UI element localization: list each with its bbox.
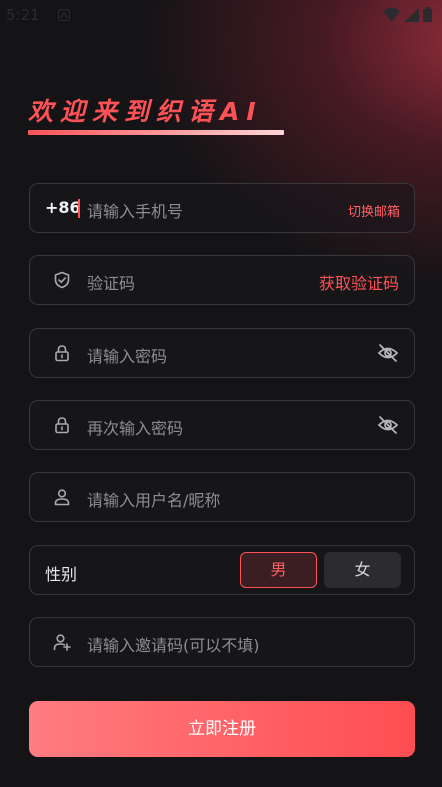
switch-email-link[interactable]: 切换邮箱 (348, 201, 400, 220)
confirm-password-field[interactable]: 再次输入密码 (29, 400, 415, 450)
invite-field[interactable]: 请输入邀请码(可以不填) (29, 617, 415, 667)
username-field[interactable]: 请输入用户名/昵称 (29, 472, 415, 522)
page-title: 欢迎来到织语AI (28, 97, 263, 126)
gender-female-button[interactable]: 女 (324, 552, 401, 588)
battery-icon (423, 7, 432, 22)
phone-field[interactable]: +86 请输入手机号 切换邮箱 (29, 183, 415, 233)
notification-icon (58, 9, 70, 21)
wifi-icon (383, 7, 400, 22)
country-code-divider (78, 199, 80, 218)
password-field[interactable]: 请输入密码 (29, 328, 415, 378)
phone-input[interactable]: 请输入手机号 (87, 198, 183, 222)
password-input[interactable]: 请输入密码 (87, 343, 167, 367)
gender-male-button[interactable]: 男 (240, 552, 317, 588)
gender-label: 性别 (45, 565, 78, 584)
shield-icon (54, 271, 70, 289)
eye-off-icon[interactable] (377, 415, 399, 435)
user-add-icon (53, 634, 71, 651)
lock-icon (55, 345, 69, 362)
eye-off-icon[interactable] (377, 343, 399, 363)
status-icons (383, 7, 432, 22)
user-icon (54, 489, 70, 506)
status-time: 5:21 (6, 6, 40, 24)
get-code-button[interactable]: 获取验证码 (319, 270, 399, 294)
title-underline (28, 130, 284, 135)
lock-icon (55, 417, 69, 434)
confirm-password-input[interactable]: 再次输入密码 (87, 415, 183, 439)
status-bar: 5:21 (0, 0, 442, 30)
username-input[interactable]: 请输入用户名/昵称 (87, 487, 220, 511)
code-input[interactable]: 验证码 (87, 270, 135, 294)
signal-icon (404, 7, 419, 22)
title-block: 欢迎来到织语AI (28, 92, 284, 135)
gender-field: 性别 男 女 (29, 545, 415, 595)
country-code[interactable]: +86 (45, 198, 81, 217)
register-button[interactable]: 立即注册 (29, 701, 415, 757)
code-field[interactable]: 验证码 获取验证码 (29, 255, 415, 305)
invite-input[interactable]: 请输入邀请码(可以不填) (87, 632, 260, 656)
